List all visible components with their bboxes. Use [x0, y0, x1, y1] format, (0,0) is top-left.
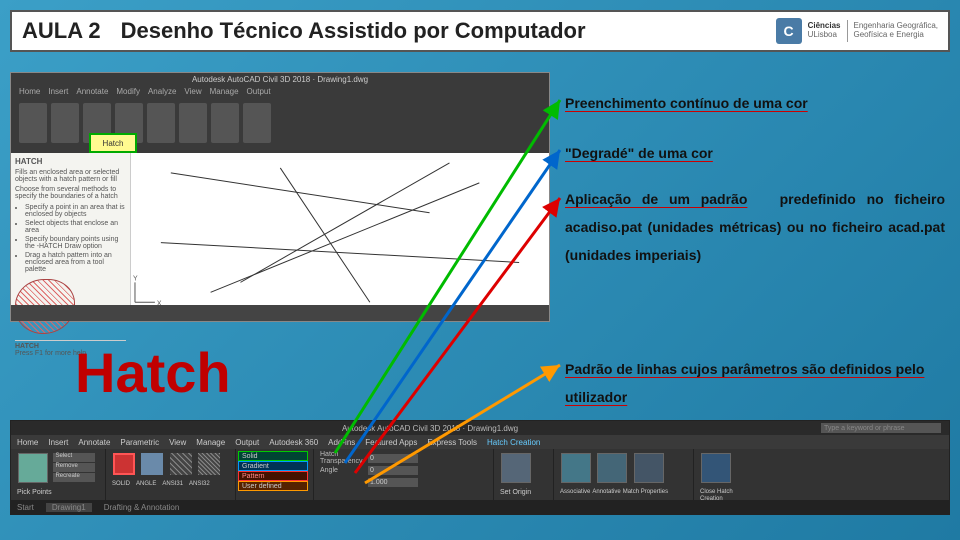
tab-hatch-creation[interactable]: Hatch Creation	[487, 438, 540, 447]
match-props-button[interactable]	[634, 453, 664, 483]
group-boundaries: Select Remove Recreate Pick Points Bound…	[11, 449, 106, 500]
group-close: Close Hatch Creation Close	[694, 449, 754, 500]
lesson-number: AULA 2	[22, 18, 101, 44]
tab-view[interactable]: View	[184, 87, 201, 96]
hatch-tooltip: HATCH Fills an enclosed area or selected…	[11, 153, 131, 321]
ribbon-btn[interactable]	[243, 103, 271, 143]
ribbon-btn[interactable]	[179, 103, 207, 143]
autocad-screenshot-top: Autodesk AutoCAD Civil 3D 2018 · Drawing…	[10, 72, 550, 322]
associative-button[interactable]	[561, 453, 591, 483]
tab-express[interactable]: Express Tools	[427, 438, 477, 447]
group-origin: Set Origin Origin	[494, 449, 554, 500]
status-bar: Start Drawing1 Drafting & Annotation	[11, 500, 949, 514]
tab-addins[interactable]: Add-ins	[328, 438, 355, 447]
hatch-heading: Hatch	[75, 340, 231, 405]
pattern-type-dropdown[interactable]: Solid Gradient Pattern User defined	[236, 449, 314, 500]
swatch-solid[interactable]	[141, 453, 163, 475]
tab-annotate[interactable]: Annotate	[76, 87, 108, 96]
tab-view[interactable]: View	[169, 438, 186, 447]
hatch-button-highlight[interactable]: Hatch	[89, 133, 137, 153]
ribbon-btn[interactable]	[147, 103, 175, 143]
slide-title: Desenho Técnico Assistido por Computador	[121, 18, 776, 44]
tab-parametric[interactable]: Parametric	[120, 438, 159, 447]
autocad-ribbon-area: Autodesk AutoCAD Civil 3D 2018 · Drawing…	[11, 73, 549, 153]
ribbon-btn[interactable]	[51, 103, 79, 143]
annotation-gradient: "Degradé" de uma cor	[565, 140, 945, 167]
tab-output[interactable]: Output	[235, 438, 259, 447]
recreate-button[interactable]: Recreate	[53, 473, 95, 482]
slide-header: AULA 2 Desenho Técnico Assistido por Com…	[10, 10, 950, 52]
autocad-tabs: Home Insert Annotate Modify Analyze View…	[19, 87, 271, 96]
swatch-ansi31[interactable]	[198, 453, 220, 475]
svg-text:Y: Y	[133, 275, 138, 282]
pick-points-button[interactable]	[18, 453, 48, 483]
autocad-canvas[interactable]: Y X	[131, 153, 549, 321]
set-origin-button[interactable]	[501, 453, 531, 483]
search-input[interactable]: Type a keyword or phrase	[821, 423, 941, 433]
swatch-angle[interactable]	[170, 453, 192, 475]
tab-analyze[interactable]: Analyze	[148, 87, 176, 96]
pattern-type-gradient[interactable]: Gradient	[238, 461, 308, 471]
ribbon-btn[interactable]	[211, 103, 239, 143]
logo-c-icon: C	[776, 18, 802, 44]
autocad-window-title: Autodesk AutoCAD Civil 3D 2018 · Drawing…	[192, 75, 368, 84]
angle-field[interactable]: 0	[368, 466, 418, 475]
tab-featured[interactable]: Featured Apps	[365, 438, 417, 447]
tab-home[interactable]: Home	[17, 438, 38, 447]
pattern-type-solid[interactable]: Solid	[238, 451, 308, 461]
ribbon-btn[interactable]	[19, 103, 47, 143]
scale-field[interactable]: 1.000	[368, 478, 418, 487]
tab-manage[interactable]: Manage	[210, 87, 239, 96]
remove-button[interactable]: Remove	[53, 463, 95, 472]
command-line[interactable]	[11, 305, 549, 321]
close-hatch-button[interactable]	[701, 453, 731, 483]
group-pattern: SOLID ANGLE ANSI31 ANSI32 Pattern	[106, 449, 236, 500]
institution-logo: C Ciências ULisboa Engenharia Geográfica…	[776, 18, 938, 44]
tab-home[interactable]: Home	[19, 87, 40, 96]
ribbon-tabs: Home Insert Annotate Parametric View Man…	[11, 435, 949, 449]
pattern-type-user[interactable]: User defined	[238, 481, 308, 491]
annotation-user-defined: Padrão de linhas cujos parâmetros são de…	[565, 355, 945, 411]
tab-insert[interactable]: Insert	[48, 438, 68, 447]
tab-modify[interactable]: Modify	[116, 87, 140, 96]
group-properties: Hatch Transparency0 Angle0 1.000 Propert…	[314, 449, 494, 500]
tab-output[interactable]: Output	[247, 87, 271, 96]
tab-insert[interactable]: Insert	[48, 87, 68, 96]
group-options: Associative Annotative Match Properties …	[554, 449, 694, 500]
transparency-field[interactable]: 0	[368, 454, 418, 463]
autocad-hatch-ribbon: Autodesk AutoCAD Civil 3D 2018 · Drawing…	[10, 420, 950, 515]
tab-manage[interactable]: Manage	[196, 438, 225, 447]
swatch-user[interactable]	[113, 453, 135, 475]
annotation-pattern: Aplicação de um padrão predefinido no fi…	[565, 185, 945, 269]
tab-annotate[interactable]: Annotate	[78, 438, 110, 447]
select-button[interactable]: Select	[53, 453, 95, 462]
tab-a360[interactable]: Autodesk 360	[269, 438, 318, 447]
pattern-type-pattern[interactable]: Pattern	[238, 471, 308, 481]
annotation-solid-fill: Preenchimento contínuo de uma cor	[565, 90, 945, 117]
annotative-button[interactable]	[597, 453, 627, 483]
